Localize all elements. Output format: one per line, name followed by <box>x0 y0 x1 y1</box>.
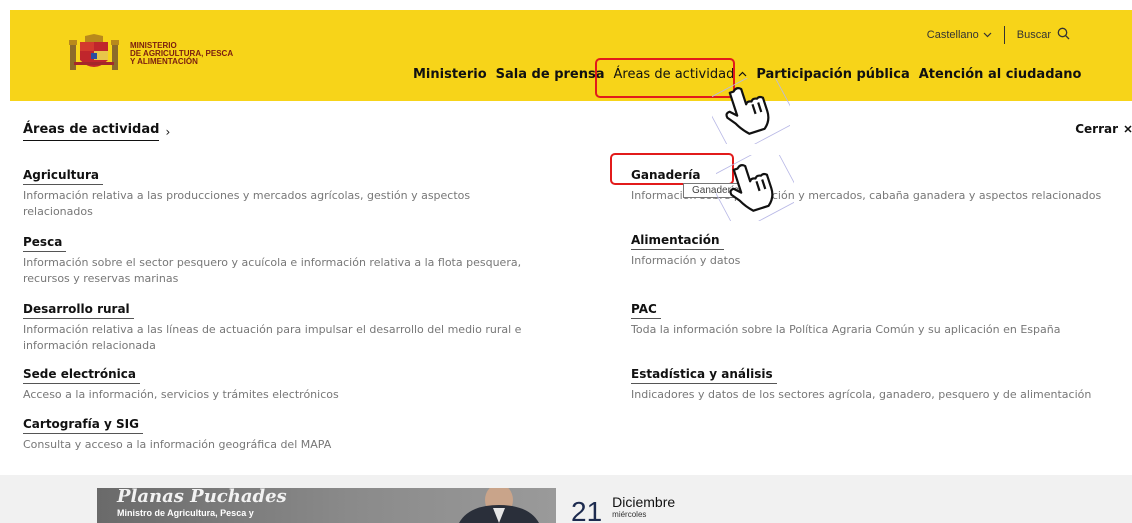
search-label: Buscar <box>1016 29 1051 41</box>
areas-mega-menu: Áreas de actividad › Cerrar Agricultura … <box>10 101 1132 475</box>
menu-item-title[interactable]: Agricultura <box>23 168 103 185</box>
menu-item-title[interactable]: Desarrollo rural <box>23 302 134 319</box>
menu-item-title[interactable]: Estadística y análisis <box>631 367 777 384</box>
menu-item-title[interactable]: PAC <box>631 302 661 319</box>
ministry-name: MINISTERIO DE AGRICULTURA, PESCA Y ALIME… <box>130 42 233 66</box>
menu-item-alimentacion[interactable]: Alimentación Información y datos <box>631 229 1131 269</box>
search-icon <box>1057 27 1070 43</box>
menu-item-cartografia-sig[interactable]: Cartografía y SIG Consulta y acceso a la… <box>23 413 543 453</box>
menu-item-estadistica-analisis[interactable]: Estadística y análisis Indicadores y dat… <box>631 363 1131 403</box>
coat-of-arms-icon <box>68 34 120 74</box>
minister-photo <box>459 488 539 523</box>
menu-item-description: Acceso a la información, servicios y trá… <box>23 388 339 401</box>
hand-pointer-icon <box>707 142 803 234</box>
ministry-name-line: Y ALIMENTACIÓN <box>130 57 198 66</box>
menu-item-description: Información relativa a las producciones … <box>23 189 471 218</box>
minister-banner[interactable]: Planas Puchades Ministro de Agricultura,… <box>97 488 556 523</box>
ministry-logo[interactable]: MINISTERIO DE AGRICULTURA, PESCA Y ALIME… <box>68 34 233 74</box>
close-icon <box>1124 122 1132 136</box>
search-button[interactable]: Buscar <box>1017 27 1070 43</box>
menu-item-description: Consulta y acceso a la información geogr… <box>23 438 332 451</box>
menu-item-pac[interactable]: PAC Toda la información sobre la Polític… <box>631 298 1131 338</box>
language-label: Castellano <box>926 29 979 41</box>
menu-item-title[interactable]: Pesca <box>23 235 67 252</box>
chevron-down-icon <box>983 29 992 41</box>
utility-bar: Castellano Buscar <box>927 26 1070 44</box>
menu-item-description: Información sobre el sector pesquero y a… <box>23 256 522 285</box>
menu-item-description: Indicadores y datos de los sectores agrí… <box>631 388 1092 401</box>
close-button[interactable]: Cerrar <box>1075 122 1132 136</box>
hand-pointer-icon <box>703 65 799 157</box>
menu-item-desarrollo-rural[interactable]: Desarrollo rural Información relativa a … <box>23 298 543 354</box>
close-label: Cerrar <box>1075 122 1118 136</box>
menu-item-pesca[interactable]: Pesca Información sobre el sector pesque… <box>23 231 543 287</box>
date-month: Diciembre miércoles <box>612 494 675 519</box>
divider <box>1003 26 1005 44</box>
nav-item-sala-de-prensa[interactable]: Sala de prensa <box>496 67 605 82</box>
breadcrumb-label: Áreas de actividad <box>23 122 160 141</box>
menu-item-sede-electronica[interactable]: Sede electrónica Acceso a la información… <box>23 363 543 403</box>
menu-item-title[interactable]: Sede electrónica <box>23 367 140 384</box>
menu-item-description: Información y datos <box>631 254 741 267</box>
chevron-right-icon: › <box>165 124 171 139</box>
menu-item-agricultura[interactable]: Agricultura Información relativa a las p… <box>23 164 543 220</box>
menu-item-title[interactable]: Cartografía y SIG <box>23 417 143 434</box>
minister-role: Ministro de Agricultura, Pesca y <box>117 508 254 518</box>
site-header: MINISTERIO DE AGRICULTURA, PESCA Y ALIME… <box>10 10 1132 101</box>
menu-item-description: Información relativa a las líneas de act… <box>23 323 522 352</box>
language-selector[interactable]: Castellano <box>927 29 992 41</box>
date-month-label: Diciembre <box>612 494 676 510</box>
menu-item-description: Toda la información sobre la Política Ag… <box>631 323 1061 336</box>
date-weekday: miércoles <box>612 510 647 519</box>
breadcrumb[interactable]: Áreas de actividad › <box>23 122 170 141</box>
event-date: 21 Diciembre miércoles <box>571 494 675 523</box>
minister-name: Planas Puchades <box>117 488 287 507</box>
nav-item-atencion-al-ciudadano[interactable]: Atención al ciudadano <box>919 67 1082 82</box>
date-day: 21 <box>571 496 603 523</box>
nav-item-ministerio[interactable]: Ministerio <box>413 67 487 82</box>
menu-item-title[interactable]: Alimentación <box>631 233 724 250</box>
